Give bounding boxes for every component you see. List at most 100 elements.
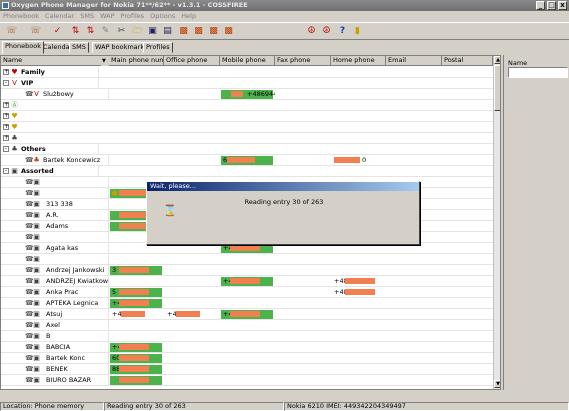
column-fax-phone[interactable]: Fax phone <box>275 56 331 66</box>
contact-card-icon: ▣ <box>33 233 40 241</box>
contact-name: BIURO BAZAR <box>44 375 109 386</box>
column-home-phone[interactable]: Home phone <box>331 56 386 66</box>
group-row[interactable]: + ♣ <box>1 133 493 144</box>
settings-icon[interactable]: ☮ <box>321 26 332 37</box>
scroll-down-icon[interactable]: ▼ <box>494 380 500 388</box>
expand-icon[interactable]: + <box>3 113 9 119</box>
group-row[interactable]: + ♥ <box>1 111 493 122</box>
column-name[interactable]: Name <box>1 56 109 66</box>
contact-row[interactable]: ☎ ▣ B <box>1 331 493 342</box>
help-icon[interactable]: ? <box>337 26 348 37</box>
sort-descending-icon[interactable]: ⇅ <box>85 26 96 37</box>
checkmark-icon[interactable]: ✓ <box>52 26 63 37</box>
column-email[interactable]: Email <box>386 56 442 66</box>
column-mobile-phone[interactable]: Mobile phone <box>220 56 275 66</box>
scroll-up-icon[interactable]: ▲ <box>494 56 500 64</box>
tools-icon[interactable]: ☮ <box>306 26 317 37</box>
group-row-others[interactable]: - ♣ Others <box>1 144 493 155</box>
name-input[interactable] <box>508 67 568 78</box>
contact-row[interactable]: ☎ ▣ Axel <box>1 320 493 331</box>
phone-icon: ☎ <box>25 222 34 230</box>
window-title: Oxygen Phone Manager for Nokia 71**/62**… <box>11 1 248 9</box>
status-dot-icon: ● <box>111 189 118 197</box>
people-icon: ♣ <box>33 156 40 164</box>
contact-row[interactable]: ☎ ▣ Anka Prac 5 +48 <box>1 287 493 298</box>
copy-icon[interactable]: ▩ <box>178 26 189 37</box>
redacted-value <box>119 366 149 372</box>
close-button[interactable]: x <box>558 1 567 10</box>
expand-icon[interactable]: + <box>3 135 9 141</box>
status-device: Nokia 6210 IMEI: 449342204349497 <box>284 402 569 411</box>
minimize-button[interactable]: _ <box>536 1 545 10</box>
import-icon[interactable]: ▩ <box>193 26 204 37</box>
vertical-scrollbar[interactable]: ▲ ▼ <box>493 56 500 389</box>
group-row[interactable]: + ♥ <box>1 122 493 133</box>
contact-card-icon: ▣ <box>33 332 40 340</box>
group-row-vip[interactable]: - V VIP <box>1 78 493 89</box>
redacted-value <box>227 157 255 163</box>
status-location: Location: Phone memory <box>0 402 104 411</box>
collapse-icon[interactable]: - <box>3 80 9 86</box>
menu-sms[interactable]: SMS <box>77 11 97 21</box>
contact-row[interactable]: ☎▣BABCIA+48 <box>1 342 493 353</box>
group-row-family[interactable]: + ♥ Family <box>1 67 493 78</box>
tab-wap-bookmarks[interactable]: WAP bookmarks <box>92 42 151 53</box>
menu-help[interactable]: Help <box>178 11 199 21</box>
contact-row[interactable]: ☎ ▣ <box>1 254 493 265</box>
phone-icon: ☎ <box>25 266 34 274</box>
phone-icon: ☎ <box>25 244 34 252</box>
group-row[interactable]: + Ⓐ <box>1 100 493 111</box>
contact-name: Slużbowy <box>41 89 109 100</box>
contact-row[interactable]: ☎ V Slużbowy +486944 <box>1 89 493 100</box>
open-folder-icon[interactable]: 🗁 <box>132 26 143 37</box>
collapse-icon[interactable]: - <box>3 168 9 174</box>
sync-icon[interactable]: ▩ <box>223 26 234 37</box>
detail-pane: Name <box>503 55 569 390</box>
menu-options[interactable]: Options <box>147 11 178 21</box>
export-icon[interactable]: ▩ <box>208 26 219 37</box>
column-dropdown-icon[interactable]: ▼ <box>101 56 109 66</box>
contact-row[interactable]: ☎ ▣ BENEK 88 <box>1 364 493 375</box>
menu-phonebook[interactable]: Phonebook <box>0 11 42 21</box>
contact-row[interactable]: ☎ ♣ Bartek Koncewicz 6 0 <box>1 155 493 166</box>
print-icon[interactable]: ▤ <box>162 26 173 37</box>
contact-row[interactable]: ☎▣ANDRZEJ Kwiatkow...+489+48 <box>1 276 493 287</box>
contact-name: APTEKA Legnica <box>44 298 109 309</box>
people-icon: ♣ <box>11 145 18 153</box>
exit-icon[interactable]: ▮ <box>352 26 363 37</box>
edit-icon[interactable]: ✎ <box>100 26 111 37</box>
expand-icon[interactable]: + <box>3 102 9 108</box>
expand-icon[interactable]: + <box>3 69 9 75</box>
menu-calendar[interactable]: Calendar <box>42 11 77 21</box>
group-row-assorted[interactable]: - ▣ Assorted <box>1 166 493 177</box>
tab-sms[interactable]: SMS <box>69 42 89 53</box>
contact-row[interactable]: ☎ ▣ Andrzej Jankowski 3 <box>1 265 493 276</box>
horizontal-splitter[interactable] <box>0 391 569 401</box>
tab-profiles[interactable]: Profiles <box>143 42 173 53</box>
phone-connect-icon[interactable]: ☏ <box>6 26 17 37</box>
contact-row[interactable]: ☎ ▣ BIURO BAZAR <box>1 375 493 386</box>
restore-button[interactable]: □ <box>547 1 556 10</box>
redacted-value <box>119 212 149 218</box>
cut-icon[interactable]: ✂ <box>116 26 127 37</box>
phone-icon: ☎ <box>25 277 34 285</box>
contact-row[interactable]: ☎▣Bartek Konc606 <box>1 353 493 364</box>
column-office-phone[interactable]: Office phone <box>164 56 220 66</box>
column-main-phone[interactable]: Main phone num... <box>109 56 164 66</box>
save-icon[interactable]: ▣ <box>147 26 158 37</box>
contact-row[interactable]: ☎▣APTEKA Legnica+417 <box>1 298 493 309</box>
phone-refresh-icon[interactable]: ☏ <box>30 26 41 37</box>
group-label: VIP <box>19 78 99 89</box>
menu-wap[interactable]: WAP <box>97 11 117 21</box>
contact-name <box>44 188 109 199</box>
expand-icon[interactable]: + <box>3 124 9 130</box>
redacted-value <box>345 289 375 295</box>
column-postal[interactable]: Postal <box>442 56 493 66</box>
contact-row[interactable]: ☎▣Atsuj+48 5+4 34+48 <box>1 309 493 320</box>
collapse-icon[interactable]: - <box>3 146 9 152</box>
redacted-value <box>334 157 360 163</box>
sort-ascending-icon[interactable]: ⇅ <box>70 26 81 37</box>
menu-profiles[interactable]: Profiles <box>118 11 148 21</box>
tab-phonebook[interactable]: Phonebook <box>2 41 44 54</box>
scroll-thumb[interactable] <box>494 65 500 111</box>
